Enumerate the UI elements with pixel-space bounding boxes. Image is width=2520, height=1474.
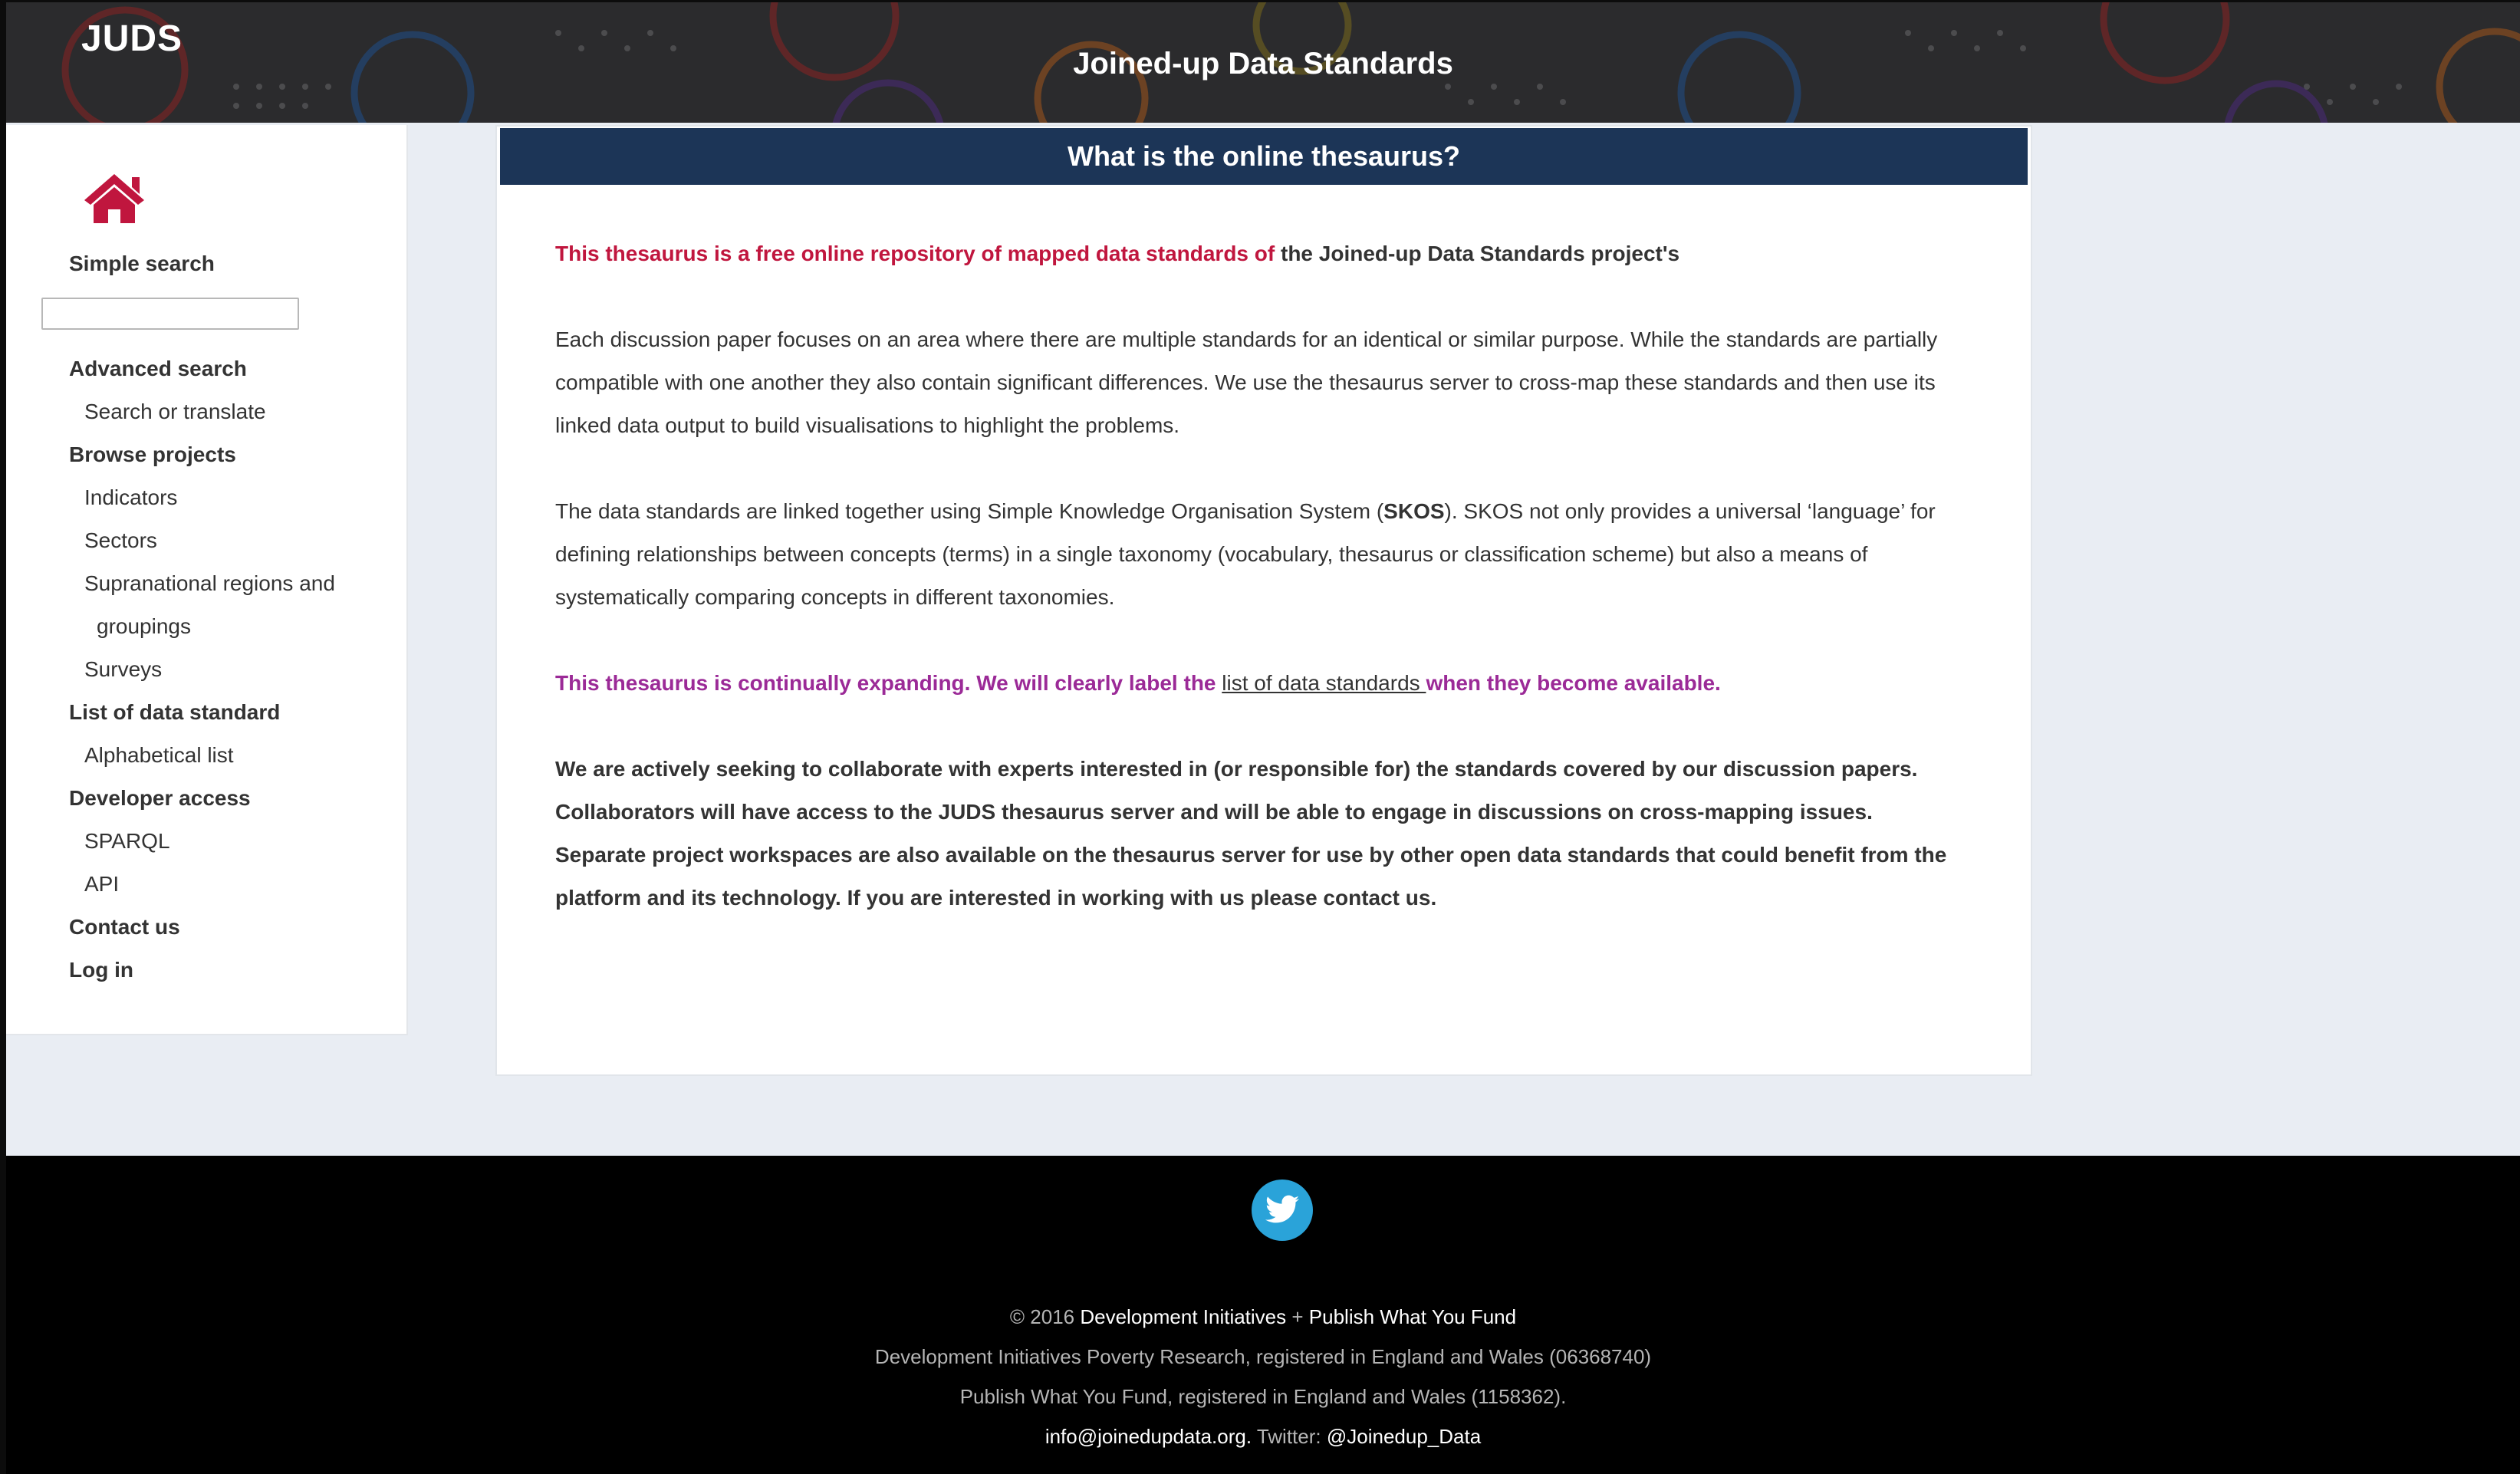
footer-twitter-label: Twitter: (1252, 1425, 1327, 1448)
skos-bold: SKOS (1383, 499, 1445, 523)
footer-pwyf-registration: Publish What You Fund, registered in Eng… (959, 1385, 1567, 1408)
footer-twitter-handle-link[interactable]: @Joinedup_Data (1327, 1425, 1481, 1448)
footer-contact-line: info@joinedupdata.org. Twitter: @Joinedu… (6, 1425, 2520, 1449)
twitter-button[interactable] (1252, 1180, 1313, 1241)
simple-search-input[interactable] (41, 298, 299, 330)
intro-red-text: This thesaurus is a free online reposito… (555, 242, 1275, 265)
footer-copyright-line: © 2016 Development Initiatives + Publish… (6, 1305, 2520, 1329)
browser-viewport: JUDS Joined-up Data Standards Simple sea… (6, 2, 2520, 1474)
site-footer: © 2016 Development Initiatives + Publish… (6, 1156, 2520, 1474)
site-title: Joined-up Data Standards (1073, 47, 1453, 81)
sidebar-simple-search[interactable]: Simple search (69, 252, 215, 276)
sidebar-item-sectors[interactable]: Sectors (84, 528, 157, 553)
sidebar-list-of-data-standard[interactable]: List of data standard (69, 700, 280, 725)
expanding-paragraph: This thesaurus is continually expanding.… (555, 662, 1959, 705)
sidebar-item-search-or-translate[interactable]: Search or translate (84, 400, 266, 424)
copyright-text: © 2016 (1009, 1305, 1081, 1328)
skos-text-before: The data standards are linked together u… (555, 499, 1384, 523)
intro-dark-text: the Joined-up Data Standards project's (1275, 242, 1680, 265)
publish-what-you-fund-link[interactable]: Publish What You Fund (1309, 1305, 1516, 1328)
footer-email-link[interactable]: info@joinedupdata.org. (1045, 1425, 1252, 1448)
list-of-data-standards-link[interactable]: list of data standards (1222, 671, 1426, 695)
content-panel: What is the online thesaurus? This thesa… (495, 125, 2032, 1076)
footer-plus: + (1286, 1305, 1309, 1328)
panel-title: What is the online thesaurus? (500, 128, 2028, 185)
site-header: JUDS Joined-up Data Standards (6, 2, 2520, 123)
home-icon[interactable] (83, 171, 146, 225)
skos-paragraph: The data standards are linked together u… (555, 490, 1959, 619)
sidebar-item-sparql[interactable]: SPARQL (84, 829, 170, 854)
sidebar-item-supranational-regions[interactable]: Supranational regions and (84, 571, 335, 596)
sidebar-advanced-search[interactable]: Advanced search (69, 357, 247, 381)
collaborate-paragraph: We are actively seeking to collaborate w… (555, 757, 1947, 910)
sidebar-item-api[interactable]: API (84, 872, 119, 897)
twitter-icon (1265, 1195, 1299, 1223)
sidebar-contact-us[interactable]: Contact us (69, 915, 180, 939)
sidebar-item-supranational-groupings[interactable]: groupings (97, 614, 191, 639)
sidebar-log-in[interactable]: Log in (69, 958, 133, 982)
sidebar-browse-projects[interactable]: Browse projects (69, 443, 236, 467)
sidebar-nav: Simple search Advanced search Search or … (6, 125, 408, 1035)
intro-paragraph: This thesaurus is a free online reposito… (555, 232, 1959, 275)
sidebar-item-surveys[interactable]: Surveys (84, 657, 162, 682)
sidebar-item-indicators[interactable]: Indicators (84, 485, 177, 510)
expanding-text-before: This thesaurus is continually expanding.… (555, 671, 1222, 695)
sidebar-item-alphabetical-list[interactable]: Alphabetical list (84, 743, 234, 768)
panel-body: This thesaurus is a free online reposito… (555, 232, 1959, 962)
sidebar-developer-access[interactable]: Developer access (69, 786, 251, 811)
expanding-text-after: when they become available. (1426, 671, 1721, 695)
discussion-paragraph: Each discussion paper focuses on an area… (555, 327, 1938, 437)
development-initiatives-link[interactable]: Development Initiatives (1080, 1305, 1286, 1328)
footer-di-registration: Development Initiatives Poverty Research… (874, 1345, 1652, 1368)
